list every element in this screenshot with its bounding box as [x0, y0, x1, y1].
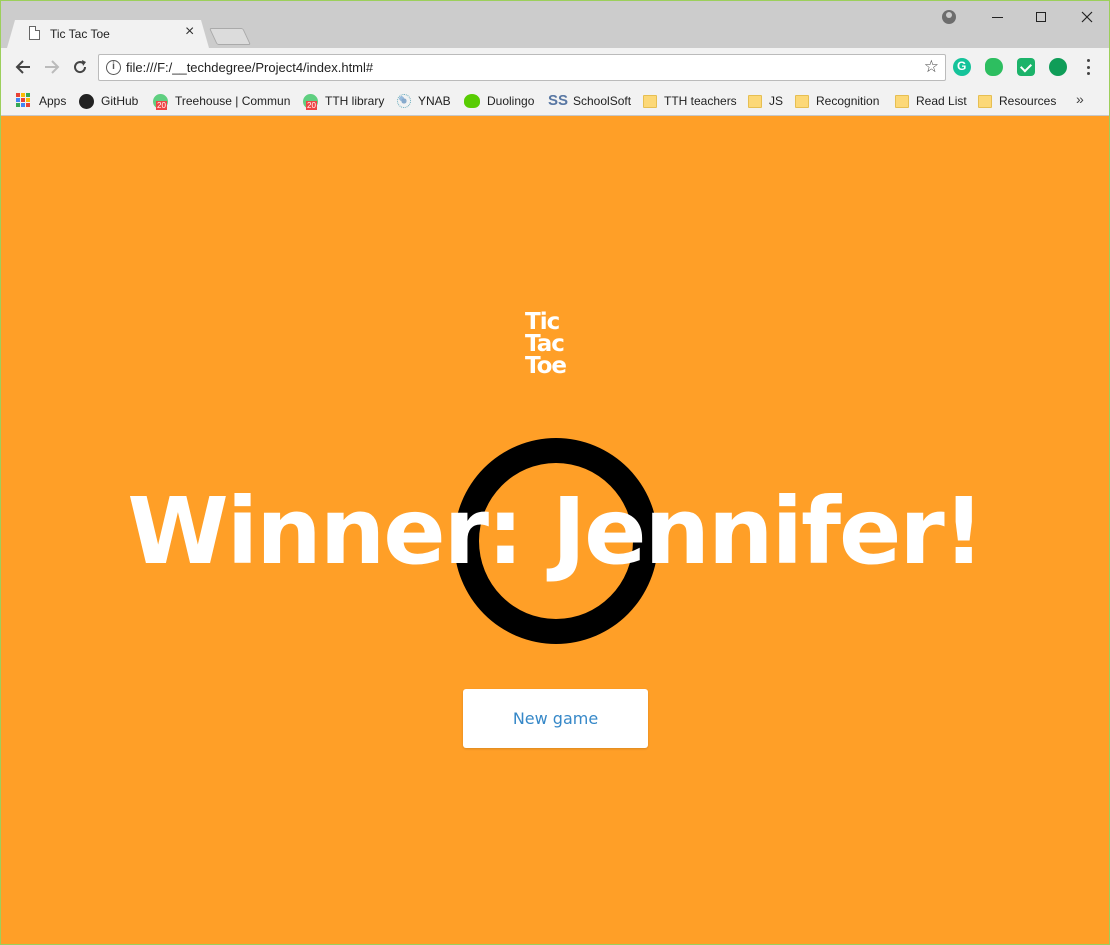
bookmark-github[interactable]: GitHub	[79, 91, 138, 111]
bookmark-label: YNAB	[418, 94, 451, 108]
bookmark-label: JS	[769, 94, 784, 108]
tab-title: Tic Tac Toe	[50, 27, 110, 41]
treehouse-icon	[303, 93, 318, 110]
account-icon[interactable]	[929, 6, 969, 28]
folder-icon	[895, 94, 909, 108]
hangouts-extension-icon[interactable]	[1049, 58, 1067, 76]
bookmark-apps[interactable]: Apps	[16, 91, 66, 111]
new-tab-button[interactable]	[209, 28, 251, 45]
treehouse-icon	[153, 93, 168, 110]
browser-menu-icon[interactable]	[1080, 57, 1096, 77]
maximize-button[interactable]	[1021, 6, 1061, 28]
bookmarks-bar: Apps GitHub Treehouse | Commun TTH libra…	[1, 86, 1109, 116]
folder-icon	[748, 94, 762, 108]
back-arrow-icon[interactable]	[12, 56, 34, 78]
reload-icon[interactable]	[69, 56, 91, 78]
title-bar: Tic Tac Toe ×	[1, 1, 1109, 48]
browser-window: Tic Tac Toe × i file:///F:/__techdegree/…	[0, 0, 1110, 945]
bookmark-label: Resources	[999, 94, 1057, 108]
logo-line-tac: Tac	[525, 331, 565, 357]
folder-icon	[643, 94, 657, 108]
bookmark-read-list[interactable]: Read List	[895, 91, 967, 111]
pocket-extension-icon[interactable]	[1017, 58, 1035, 76]
duolingo-icon	[464, 94, 480, 108]
browser-toolbar: i file:///F:/__techdegree/Project4/index…	[1, 48, 1109, 86]
logo-line-toe: Toe	[525, 353, 567, 379]
bookmark-tth-teachers[interactable]: TTH teachers	[643, 91, 737, 111]
minimize-button[interactable]	[977, 6, 1017, 28]
bookmark-label: TTH teachers	[664, 94, 737, 108]
close-tab-icon[interactable]: ×	[185, 24, 194, 40]
winner-message: Winner: Jennifer!	[127, 478, 985, 585]
folder-icon	[978, 94, 992, 108]
bookmark-label: GitHub	[101, 94, 139, 108]
bookmark-duolingo[interactable]: Duolingo	[464, 91, 534, 111]
page-icon	[29, 26, 40, 40]
apps-grid-icon	[16, 93, 32, 109]
grammarly-extension-icon[interactable]	[953, 58, 971, 76]
github-icon	[79, 93, 94, 109]
bookmark-label: Duolingo	[487, 94, 535, 108]
address-bar[interactable]: i file:///F:/__techdegree/Project4/index…	[98, 54, 946, 81]
new-game-button[interactable]: New game	[463, 689, 648, 748]
bookmark-label: Treehouse | Commun	[175, 94, 291, 108]
bookmark-label: Recognition	[816, 94, 880, 108]
bookmark-js[interactable]: JS	[748, 91, 783, 111]
close-window-button[interactable]	[1067, 6, 1107, 28]
bookmark-schoolsoft[interactable]: SS SchoolSoft	[548, 91, 631, 111]
bookmark-label: TTH library	[325, 94, 385, 108]
schoolsoft-icon: SS	[548, 92, 569, 109]
bookmark-treehouse-community[interactable]: Treehouse | Commun	[153, 91, 290, 111]
more-bookmarks-chevron-icon[interactable]: »	[1076, 91, 1084, 107]
url-text[interactable]: file:///F:/__techdegree/Project4/index.h…	[126, 60, 373, 75]
bookmark-ynab[interactable]: YNAB	[397, 91, 451, 111]
bookmark-label: SchoolSoft	[573, 94, 632, 108]
bookmark-label: Read List	[916, 94, 967, 108]
bookmark-star-icon[interactable]: ☆	[924, 57, 939, 77]
evernote-extension-icon[interactable]	[985, 58, 1003, 76]
folder-icon	[795, 94, 809, 108]
game-screen: Tic Tac Toe Winner: Jennifer! New game	[1, 117, 1109, 944]
bookmark-resources[interactable]: Resources	[978, 91, 1056, 111]
tab-tic-tac-toe[interactable]: Tic Tac Toe ×	[7, 20, 209, 48]
ynab-icon	[397, 94, 411, 108]
bookmark-label: Apps	[39, 94, 67, 108]
logo-line-tic: Tic	[525, 309, 560, 335]
forward-arrow-icon[interactable]	[41, 56, 63, 78]
bookmark-recognition[interactable]: Recognition	[795, 91, 879, 111]
bookmark-tth-library[interactable]: TTH library	[303, 91, 384, 111]
info-icon[interactable]: i	[106, 60, 121, 75]
tic-tac-toe-logo: Tic Tac Toe	[525, 309, 587, 379]
